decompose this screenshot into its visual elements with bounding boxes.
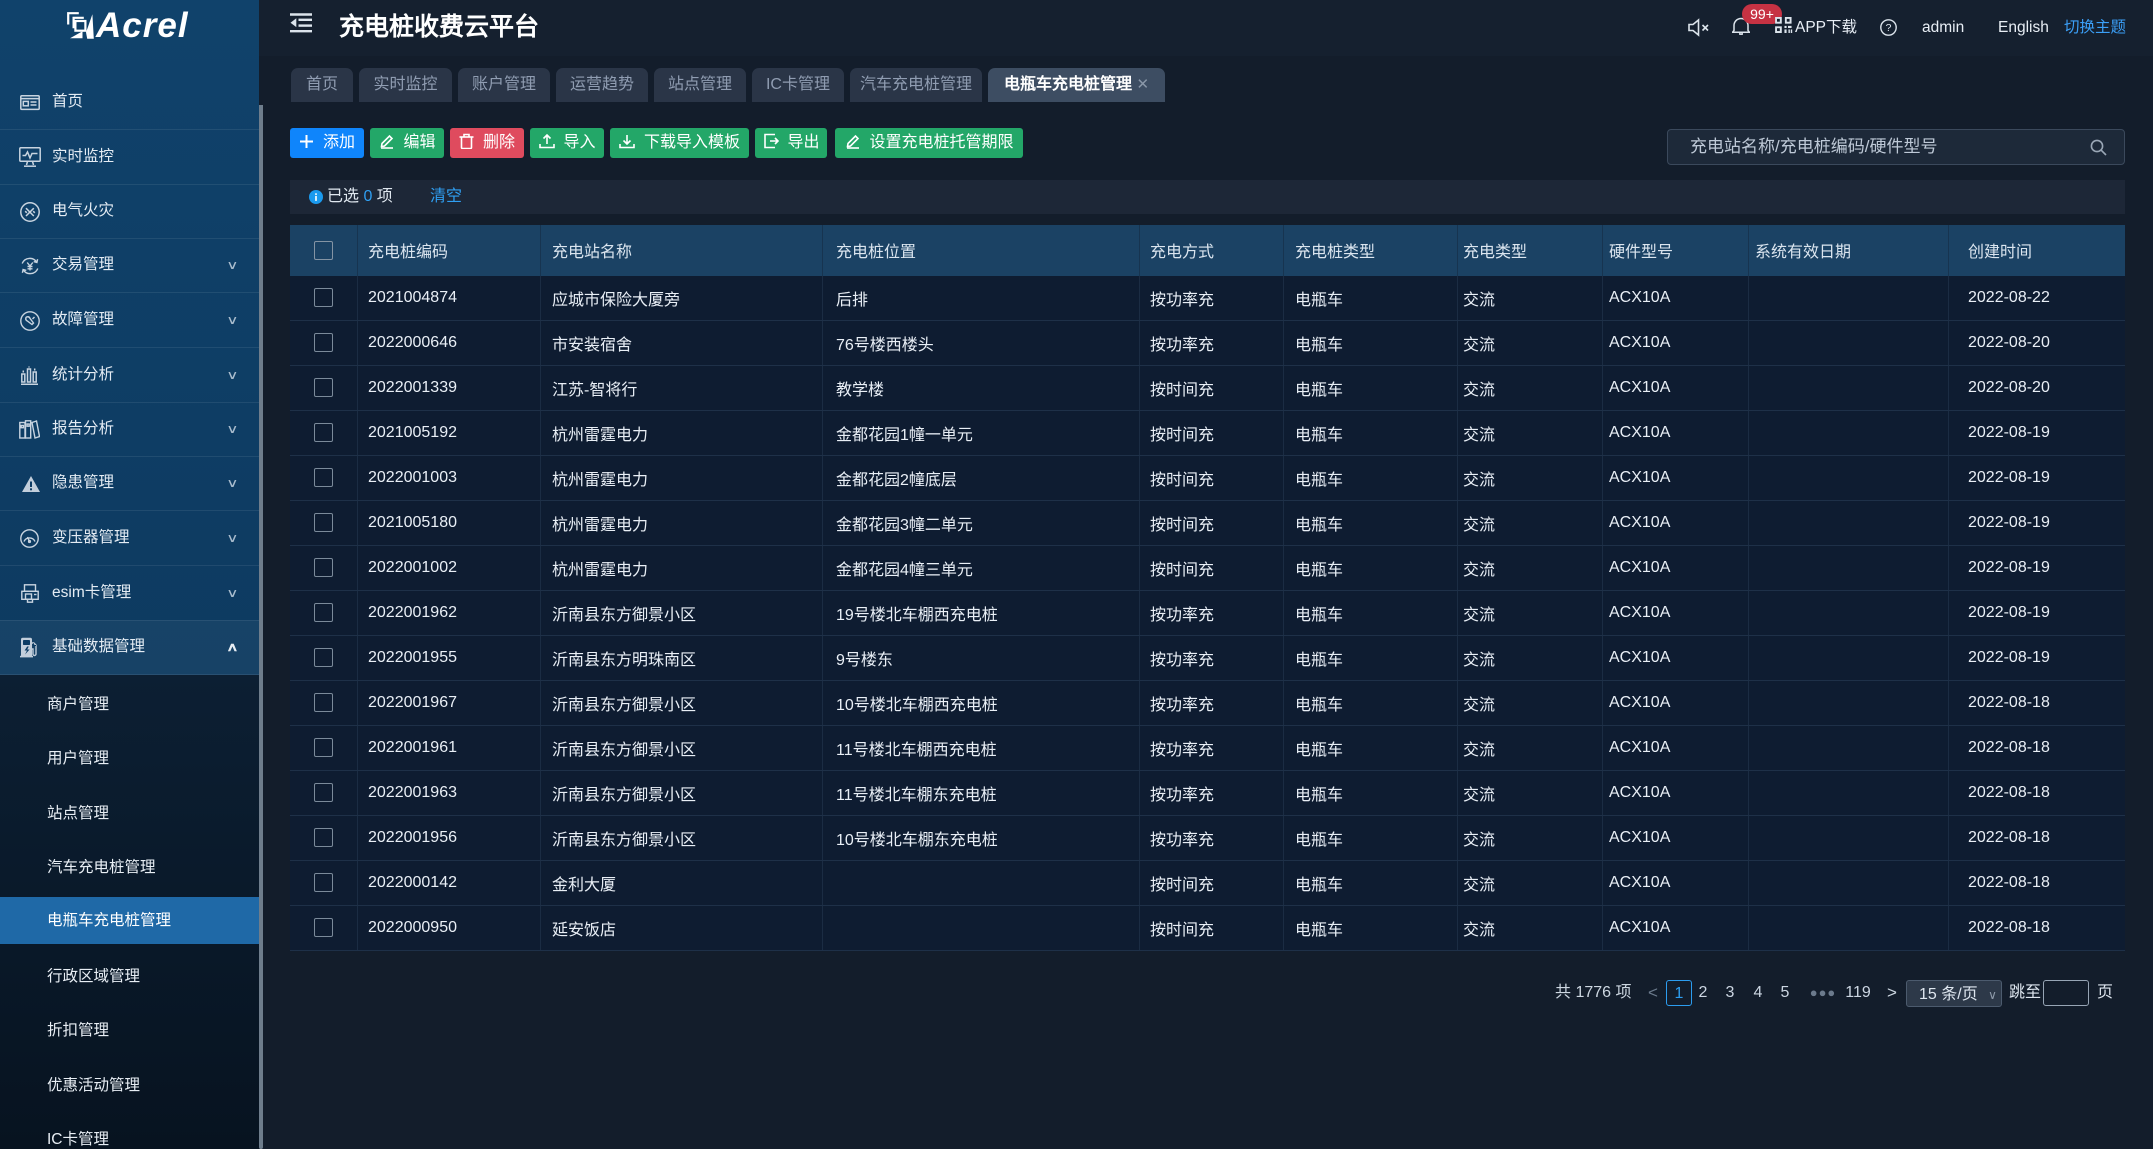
svg-text:?: ? bbox=[1886, 22, 1892, 34]
